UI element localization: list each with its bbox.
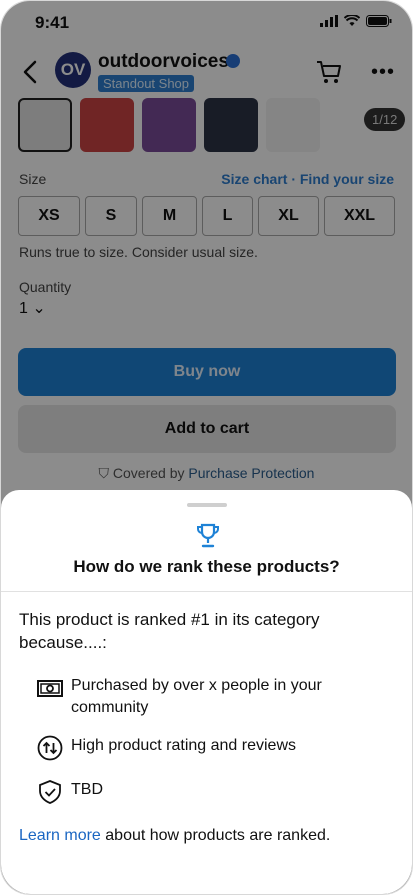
footer-text: about how products are ranked. <box>100 827 331 844</box>
reason-item: Purchased by over x people in your commu… <box>37 675 361 719</box>
ranking-bottom-sheet: How do we rank these products? This prod… <box>1 490 412 894</box>
sheet-drag-handle[interactable] <box>187 503 227 507</box>
reason-text: High product rating and reviews <box>71 737 297 754</box>
shield-check-icon <box>39 780 61 804</box>
reason-item: High product rating and reviews <box>37 735 361 761</box>
reason-item: TBD <box>37 779 361 805</box>
sort-arrows-icon <box>37 735 63 761</box>
phone-frame: 9:41 OV outdoorvoices Standout Shop ••• … <box>0 0 413 895</box>
learn-more-link[interactable]: Learn more <box>19 827 101 844</box>
sheet-title: How do we rank these products? <box>73 557 340 576</box>
reason-text: Purchased by over x people in your commu… <box>71 677 322 716</box>
reason-text: TBD <box>71 781 103 798</box>
trophy-icon <box>197 523 219 548</box>
ranking-footer: Learn more about how products are ranked… <box>19 827 330 845</box>
ranking-intro: This product is ranked #1 in its categor… <box>19 610 320 652</box>
sheet-divider <box>1 591 412 592</box>
cash-icon <box>37 680 63 697</box>
